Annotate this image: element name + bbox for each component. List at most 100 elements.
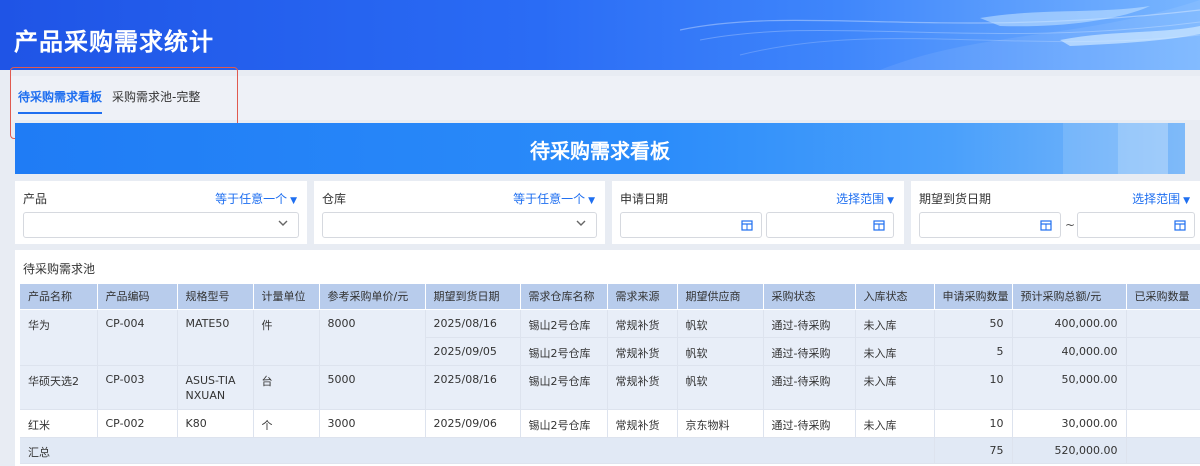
cell-date: 2025/09/06 xyxy=(425,409,521,438)
cell-unit: 件 xyxy=(253,309,320,366)
cell-qty: 5 xyxy=(934,337,1013,366)
product-select[interactable] xyxy=(23,212,299,238)
cell-status: 通过-待采购 xyxy=(763,337,856,366)
cell-purchased xyxy=(1126,337,1200,366)
cell-qty: 10 xyxy=(934,365,1013,410)
cell-warehouse: 锡山2号仓库 xyxy=(520,337,608,366)
cell-total: 40,000.00 xyxy=(1012,337,1127,366)
cell-purchased xyxy=(1126,409,1200,438)
cell-supplier: 京东物料 xyxy=(677,409,764,438)
warehouse-select[interactable] xyxy=(322,212,597,238)
cell-unit: 台 xyxy=(253,365,320,410)
cell-spec: ASUS-TIANXUAN xyxy=(177,365,254,410)
cell-supplier: 帆软 xyxy=(677,309,764,338)
expected-date-end[interactable] xyxy=(1077,212,1195,238)
summary-row: 汇总 75 520,000.00 xyxy=(20,437,1200,464)
caret-down-icon: ▼ xyxy=(588,196,595,206)
column-header[interactable]: 已采购数量 xyxy=(1126,284,1200,310)
tab-demand-pool-full[interactable]: 采购需求池-完整 xyxy=(112,88,200,105)
column-header[interactable]: 采购状态 xyxy=(763,284,856,310)
cell-status: 通过-待采购 xyxy=(763,365,856,410)
cell-unit: 个 xyxy=(253,409,320,438)
apply-date-start[interactable] xyxy=(620,212,762,238)
tab-pending-board[interactable]: 待采购需求看板 xyxy=(18,88,103,114)
column-header[interactable]: 产品名称 xyxy=(20,284,98,310)
filter-label: 期望到货日期 xyxy=(919,192,992,206)
page-header: 产品采购需求统计 xyxy=(0,0,1200,70)
cell-supplier: 帆软 xyxy=(677,337,764,366)
cell-source: 常规补货 xyxy=(607,309,678,338)
expected-date-start[interactable] xyxy=(919,212,1061,238)
filter-apply-date: 申请日期 选择范围▼ ~ xyxy=(612,181,904,244)
filter-product: 产品 等于任意一个 ▼ xyxy=(15,181,307,244)
column-header[interactable]: 参考采购单价/元 xyxy=(319,284,426,310)
cell-total: 50,000.00 xyxy=(1012,365,1127,410)
column-header[interactable]: 期望供应商 xyxy=(677,284,764,310)
banner-title: 待采购需求看板 xyxy=(530,139,670,163)
column-header[interactable]: 入库状态 xyxy=(855,284,935,310)
column-header[interactable]: 计量单位 xyxy=(253,284,320,310)
cell-source: 常规补货 xyxy=(607,409,678,438)
cell-supplier: 帆软 xyxy=(677,365,764,410)
cell-product: 红米 xyxy=(20,409,98,438)
cell-date: 2025/08/16 xyxy=(425,365,521,410)
cell-qty: 10 xyxy=(934,409,1013,438)
cell-source: 常规补货 xyxy=(607,337,678,366)
filter-operator-dropdown[interactable]: 等于任意一个 ▼ xyxy=(215,190,297,207)
column-header[interactable]: 预计采购总额/元 xyxy=(1012,284,1127,310)
demand-table-container[interactable]: 产品名称 产品编码 规格型号 计量单位 参考采购单价/元 期望到货日期 需求仓库… xyxy=(20,284,1200,466)
cell-total: 30,000.00 xyxy=(1012,409,1127,438)
caret-down-icon: ▼ xyxy=(887,196,894,206)
cell-warehouse: 锡山2号仓库 xyxy=(520,409,608,438)
cell-qty: 50 xyxy=(934,309,1013,338)
calendar-icon xyxy=(741,220,753,231)
filter-operator-dropdown[interactable]: 选择范围 ▼ xyxy=(836,190,894,207)
cell-price: 5000 xyxy=(319,365,426,410)
cell-date: 2025/09/05 xyxy=(425,337,521,366)
cell-spec: MATE50 xyxy=(177,309,254,366)
table-row[interactable]: 华硕天选2 CP-003 ASUS-TIANXUAN 台 5000 2025/0… xyxy=(20,365,1200,410)
summary-purchased xyxy=(1126,437,1200,464)
cell-purchased xyxy=(1126,309,1200,338)
caret-down-icon: ▼ xyxy=(1183,196,1190,206)
cell-price: 8000 xyxy=(319,309,426,366)
cell-code: CP-004 xyxy=(97,309,178,366)
filter-label: 仓库 xyxy=(322,192,347,206)
demand-table: 产品名称 产品编码 规格型号 计量单位 参考采购单价/元 期望到货日期 需求仓库… xyxy=(20,284,1200,464)
summary-total: 520,000.00 xyxy=(1012,437,1127,464)
cell-spec: K80 xyxy=(177,409,254,438)
filter-label: 申请日期 xyxy=(620,192,669,206)
cell-purchased xyxy=(1126,365,1200,410)
filter-operator-dropdown[interactable]: 选择范围 ▼ xyxy=(1132,190,1190,207)
table-header-row: 产品名称 产品编码 规格型号 计量单位 参考采购单价/元 期望到货日期 需求仓库… xyxy=(20,284,1200,310)
cell-source: 常规补货 xyxy=(607,365,678,410)
cell-code: CP-002 xyxy=(97,409,178,438)
column-header[interactable]: 期望到货日期 xyxy=(425,284,521,310)
calendar-icon xyxy=(873,220,885,231)
filter-warehouse: 仓库 等于任意一个 ▼ xyxy=(314,181,605,244)
header-wave-decoration xyxy=(680,0,1200,70)
column-header[interactable]: 需求仓库名称 xyxy=(520,284,608,310)
column-header[interactable]: 规格型号 xyxy=(177,284,254,310)
apply-date-end[interactable] xyxy=(766,212,894,238)
tab-bar: 待采购需求看板 采购需求池-完整 xyxy=(10,76,1200,120)
cell-code: CP-003 xyxy=(97,365,178,410)
cell-stock: 未入库 xyxy=(855,337,935,366)
calendar-icon xyxy=(1040,220,1052,231)
panel-title: 待采购需求池 xyxy=(23,262,96,276)
cell-stock: 未入库 xyxy=(855,365,935,410)
cell-status: 通过-待采购 xyxy=(763,309,856,338)
cell-product: 华硕天选2 xyxy=(20,365,98,410)
date-range-separator: ~ xyxy=(1065,218,1076,232)
cell-date: 2025/08/16 xyxy=(425,309,521,338)
filter-expected-date: 期望到货日期 选择范围 ▼ ~ xyxy=(911,181,1200,244)
table-row[interactable]: 红米 CP-002 K80 个 3000 2025/09/06 锡山2号仓库 常… xyxy=(20,409,1200,438)
column-header[interactable]: 产品编码 xyxy=(97,284,178,310)
chevron-down-icon xyxy=(576,220,586,226)
filter-label: 产品 xyxy=(23,192,48,206)
column-header[interactable]: 申请采购数量 xyxy=(934,284,1013,310)
caret-down-icon: ▼ xyxy=(290,196,297,206)
filter-operator-dropdown[interactable]: 等于任意一个 ▼ xyxy=(513,190,595,207)
table-row[interactable]: 华为 CP-004 MATE50 件 8000 2025/08/16 锡山2号仓… xyxy=(20,309,1200,366)
column-header[interactable]: 需求来源 xyxy=(607,284,678,310)
